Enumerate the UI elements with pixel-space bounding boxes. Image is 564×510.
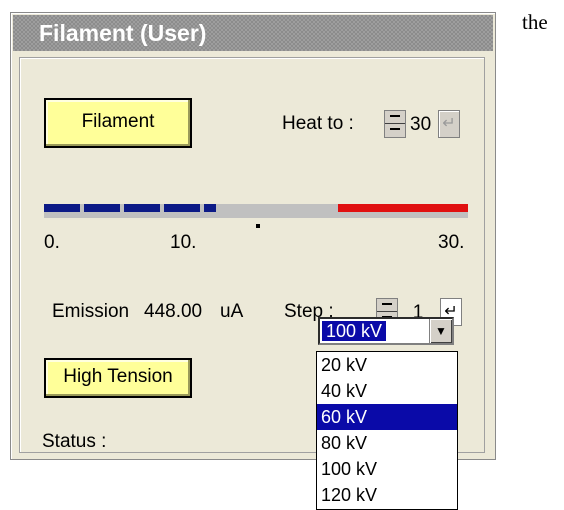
- chevron-down-icon[interactable]: ▼: [429, 319, 452, 343]
- voltage-option-highlighted[interactable]: 60 kV: [317, 404, 457, 430]
- heat-to-label: Heat to :: [282, 113, 354, 134]
- document-text: the: [522, 10, 548, 34]
- voltage-select-value[interactable]: 100 kV: [320, 320, 388, 342]
- heat-to-enter-icon[interactable]: ↵: [438, 110, 460, 138]
- status-label: Status :: [42, 431, 107, 452]
- scale-tick-30: 30.: [438, 232, 465, 253]
- emission-label: Emission: [52, 301, 130, 322]
- high-tension-button[interactable]: High Tension: [44, 358, 192, 398]
- panel-title: Filament (User): [13, 15, 493, 51]
- voltage-option[interactable]: 120 kV: [317, 482, 457, 508]
- heat-to-spinner-icon[interactable]: [384, 110, 406, 138]
- voltage-option[interactable]: 100 kV: [317, 456, 457, 482]
- voltage-option[interactable]: 20 kV: [317, 352, 457, 378]
- spin-down-icon[interactable]: [385, 124, 405, 137]
- emission-value: 448.00: [144, 301, 203, 322]
- spin-up-icon[interactable]: [385, 111, 405, 124]
- spin-up-icon[interactable]: [377, 299, 397, 312]
- filament-progress-bar: [44, 204, 468, 218]
- scale-tick-0: 0.: [44, 232, 60, 253]
- scale-tick-10: 10.: [170, 232, 197, 253]
- voltage-option[interactable]: 40 kV: [317, 378, 457, 404]
- bar-marker: [256, 224, 260, 228]
- voltage-select[interactable]: 100 kV ▼: [318, 317, 454, 345]
- filament-button[interactable]: Filament: [44, 98, 192, 148]
- voltage-option[interactable]: 80 kV: [317, 430, 457, 456]
- voltage-dropdown-list: 20 kV 40 kV 60 kV 80 kV 100 kV 120 kV: [316, 351, 458, 510]
- heat-to-value[interactable]: 30: [410, 114, 431, 136]
- emission-unit: uA: [220, 301, 244, 322]
